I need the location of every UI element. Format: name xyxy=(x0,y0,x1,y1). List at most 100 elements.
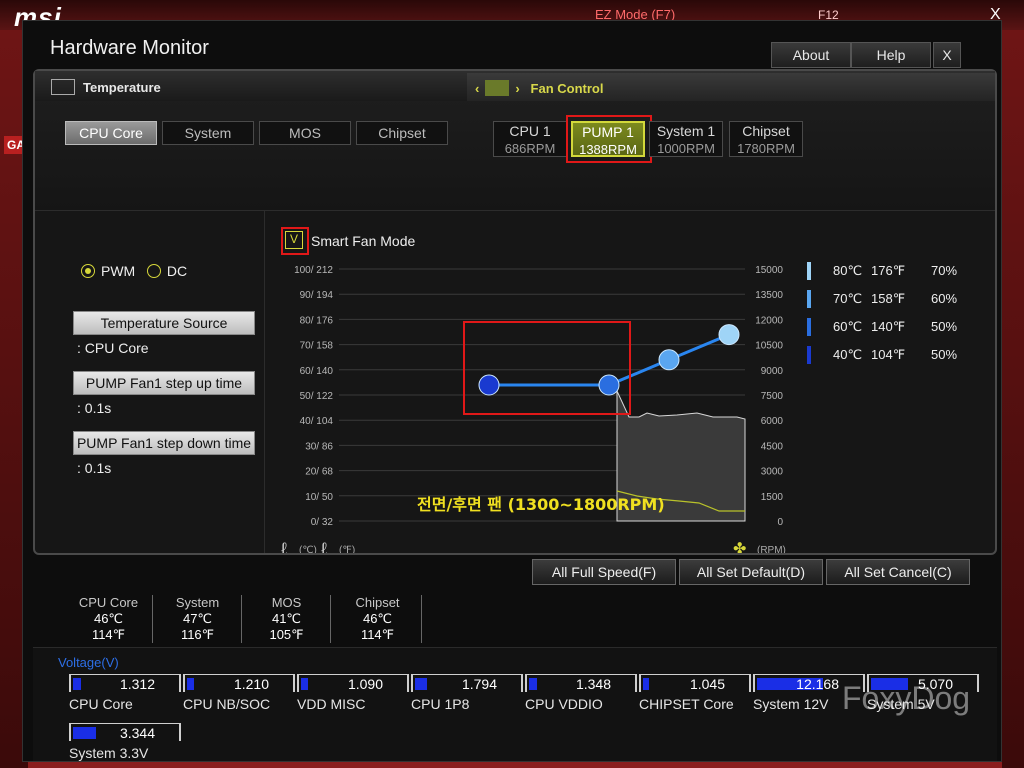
hardware-monitor-window: Hardware Monitor About Help X Temperatur… xyxy=(22,20,1002,762)
help-button[interactable]: Help xyxy=(851,42,931,68)
right-axis-tick: 10500 xyxy=(755,341,783,352)
mode-radio-group: PWM DC xyxy=(81,263,187,279)
left-axis-tick: 50/ 122 xyxy=(300,391,334,402)
fan-curve-point[interactable] xyxy=(718,324,740,346)
voltage-value: 1.210 xyxy=(233,676,269,692)
voltage-name: CPU NB/SOC xyxy=(183,696,271,712)
right-axis-tick: 9000 xyxy=(761,366,784,377)
temp-tab-mos[interactable]: MOS xyxy=(259,121,351,145)
voltage-gauge: 1.045 xyxy=(639,674,751,692)
temperature-source-button[interactable]: Temperature Source xyxy=(73,311,255,335)
voltage-name: System 12V xyxy=(753,696,829,712)
voltage-value: 3.344 xyxy=(119,725,155,741)
fan-control-header: ‹ › Fan Control xyxy=(475,80,603,96)
temp-readout-mos: MOS 41℃ 105℉ xyxy=(243,595,331,643)
temp-name: Chipset xyxy=(355,595,400,610)
voltage-gauge-fill xyxy=(415,678,427,690)
voltage-item: 3.344 System 3.3V xyxy=(69,723,181,763)
step-up-time-value: : 0.1s xyxy=(77,400,112,416)
temp-fahrenheit: 114℉ xyxy=(360,627,395,642)
legend-f: 158℉ xyxy=(871,291,906,306)
voltage-name: VDD MISC xyxy=(297,696,366,712)
left-axis-tick: 80/ 176 xyxy=(300,315,334,326)
left-axis-tick: 10/ 50 xyxy=(305,492,333,503)
temp-fahrenheit: 105℉ xyxy=(269,627,304,642)
left-axis-tick: 30/ 86 xyxy=(305,441,333,452)
fan-curve-chart-area: V Smart Fan Mode 100/ 212 90/ 194 80/ 176 7… xyxy=(267,211,995,553)
fan-chipset[interactable]: Chipset 1780RPM xyxy=(729,121,803,157)
temp-readout-system: System 47℃ 116℉ xyxy=(154,595,242,643)
fan-name: CPU 1 xyxy=(509,123,551,139)
curve-annotation: 전면/후면 팬 (1300~1800RPM) xyxy=(417,495,665,514)
temp-name: MOS xyxy=(271,595,302,610)
left-axis-tick: 100/ 212 xyxy=(294,265,333,276)
voltage-item: 1.348 CPU VDDIO xyxy=(525,674,637,714)
fan-curve-point[interactable] xyxy=(658,349,680,371)
fan-rpm: 686RPM xyxy=(504,141,556,156)
fan-system-1[interactable]: System 1 1000RPM xyxy=(649,121,723,157)
pwm-radio[interactable] xyxy=(81,264,95,278)
voltage-value: 1.348 xyxy=(575,676,611,692)
fan-rpm: 1780RPM xyxy=(737,141,795,156)
voltage-name: CPU 1P8 xyxy=(411,696,470,712)
chevron-left-icon[interactable]: ‹ xyxy=(475,81,479,96)
legend-c: 40℃ xyxy=(833,347,863,362)
step-down-time-button[interactable]: PUMP Fan1 step down time xyxy=(73,431,255,455)
voltage-value: 12.168 xyxy=(796,676,839,692)
watermark: FoxyDog xyxy=(842,680,971,716)
dc-label: DC xyxy=(166,263,188,279)
all-full-speed-button[interactable]: All Full Speed(F) xyxy=(532,559,676,585)
temp-tab-cpu-core[interactable]: CPU Core xyxy=(65,121,157,145)
dc-radio[interactable] xyxy=(146,264,161,278)
step-up-time-button[interactable]: PUMP Fan1 step up time xyxy=(73,371,255,395)
temperature-graph-icon xyxy=(51,79,75,95)
right-axis-tick: 15000 xyxy=(755,265,783,276)
legend-f: 140℉ xyxy=(871,319,906,334)
legend-pct: 50% xyxy=(931,347,958,362)
left-axis-tick: 40/ 104 xyxy=(300,416,334,427)
legend-pct: 60% xyxy=(931,291,958,306)
voltage-gauge-fill xyxy=(529,678,537,690)
left-axis-tick: 20/ 68 xyxy=(305,467,333,478)
right-axis-tick: 6000 xyxy=(761,416,784,427)
fan-control-label: Fan Control xyxy=(530,81,604,96)
fan-graph-icon xyxy=(485,80,510,96)
temp-celsius: 46℃ xyxy=(93,611,124,626)
all-set-cancel-button[interactable]: All Set Cancel(C) xyxy=(826,559,970,585)
fan-cpu-1[interactable]: CPU 1 686RPM xyxy=(493,121,567,157)
legend-color-bar xyxy=(807,346,811,364)
voltage-gauge-fill xyxy=(643,678,649,690)
thermometer-c-icon: ℓ xyxy=(281,539,287,553)
voltage-gauge-fill xyxy=(73,727,96,739)
voltage-gauge-fill xyxy=(73,678,81,690)
fan-name: Chipset xyxy=(742,123,790,139)
unit-rpm-label: (RPM) xyxy=(757,545,786,553)
temp-tab-chipset[interactable]: Chipset xyxy=(356,121,448,145)
temp-fahrenheit: 114℉ xyxy=(91,627,126,642)
right-axis-tick: 0 xyxy=(777,517,783,528)
temp-tab-system[interactable]: System xyxy=(162,121,254,145)
legend-pct: 50% xyxy=(931,319,958,334)
about-button[interactable]: About xyxy=(771,42,851,68)
window-title: Hardware Monitor xyxy=(50,37,209,59)
left-axis-tick: 90/ 194 xyxy=(300,290,334,301)
legend-c: 70℃ xyxy=(833,291,863,306)
curve-highlight-box xyxy=(463,321,631,415)
chevron-right-icon[interactable]: › xyxy=(515,81,519,96)
voltage-gauge: 1.794 xyxy=(411,674,523,692)
legend-pct: 70% xyxy=(931,263,958,278)
voltage-gauge: 1.312 xyxy=(69,674,181,692)
voltage-gauge: 1.348 xyxy=(525,674,637,692)
legend-color-bar xyxy=(807,290,811,308)
voltage-name: CPU VDDIO xyxy=(525,696,603,712)
step-down-time-value: : 0.1s xyxy=(77,460,112,476)
all-set-default-button[interactable]: All Set Default(D) xyxy=(679,559,823,585)
voltage-gauge: 1.210 xyxy=(183,674,295,692)
left-axis-tick: 70/ 158 xyxy=(300,341,334,352)
selection-area: Temperature ‹ › Fan Control CPU Core Syst… xyxy=(35,71,995,211)
voltage-title: Voltage(V) xyxy=(58,655,119,670)
fan-control-tab[interactable]: ‹ › Fan Control xyxy=(467,73,995,101)
temp-name: CPU Core xyxy=(78,595,139,610)
close-button[interactable]: X xyxy=(933,42,961,68)
legend-c: 60℃ xyxy=(833,319,863,334)
